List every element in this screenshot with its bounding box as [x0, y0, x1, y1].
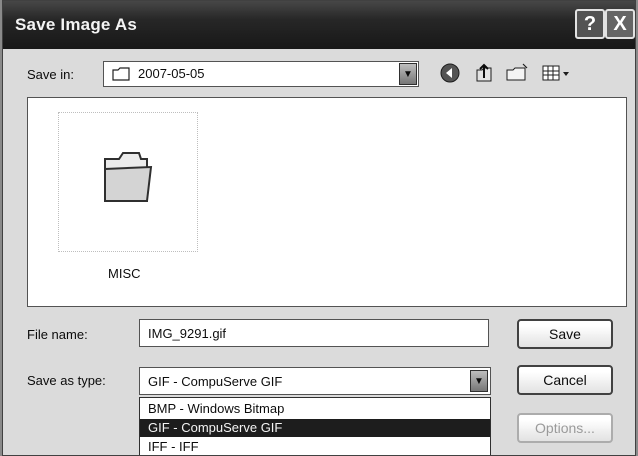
folder-label: MISC — [108, 266, 141, 281]
back-icon[interactable] — [439, 61, 461, 85]
help-button[interactable]: ? — [575, 9, 605, 39]
options-button[interactable]: Options... — [517, 413, 613, 443]
save-as-type-dropdown-button[interactable]: ▼ — [470, 370, 488, 392]
save-in-combo[interactable]: 2007-05-05 ▼ — [103, 61, 419, 87]
save-in-dropdown-button[interactable]: ▼ — [399, 63, 417, 85]
list-item[interactable] — [58, 112, 198, 252]
chevron-down-icon: ▼ — [403, 69, 413, 80]
chevron-down-icon: ▼ — [474, 376, 484, 387]
dropdown-option-selected[interactable]: GIF - CompuServe GIF — [140, 419, 490, 437]
save-button[interactable]: Save — [517, 319, 613, 349]
save-as-type-value: GIF - CompuServe GIF — [148, 374, 283, 389]
file-name-label: File name: — [27, 327, 88, 342]
file-list-area[interactable]: MISC — [27, 97, 627, 307]
dropdown-option[interactable]: IFF - IFF — [140, 438, 490, 455]
close-button[interactable]: X — [605, 9, 635, 39]
cancel-button[interactable]: Cancel — [517, 365, 613, 395]
up-folder-icon[interactable] — [473, 61, 495, 85]
save-as-type-label: Save as type: — [27, 373, 106, 388]
save-as-type-select[interactable]: GIF - CompuServe GIF ▼ — [139, 367, 491, 395]
close-icon: X — [613, 13, 627, 35]
folder-icon — [112, 67, 130, 81]
dialog-title: Save Image As — [15, 15, 137, 34]
title-bar[interactable]: Save Image As ? X — [3, 1, 635, 49]
new-folder-icon[interactable] — [505, 61, 529, 85]
save-in-value: 2007-05-05 — [138, 66, 205, 81]
folder-icon — [104, 152, 153, 202]
help-icon: ? — [583, 13, 597, 35]
views-menu-icon[interactable] — [541, 61, 571, 85]
dropdown-option[interactable]: BMP - Windows Bitmap — [140, 400, 490, 418]
file-name-value: IMG_9291.gif — [148, 326, 227, 341]
save-as-type-dropdown-list: BMP - Windows Bitmap GIF - CompuServe GI… — [139, 397, 491, 455]
save-in-label: Save in: — [27, 67, 74, 82]
file-name-input[interactable]: IMG_9291.gif — [139, 319, 489, 347]
save-image-dialog: Save Image As ? X Save in: 2007-05-05 ▼ — [2, 0, 636, 456]
